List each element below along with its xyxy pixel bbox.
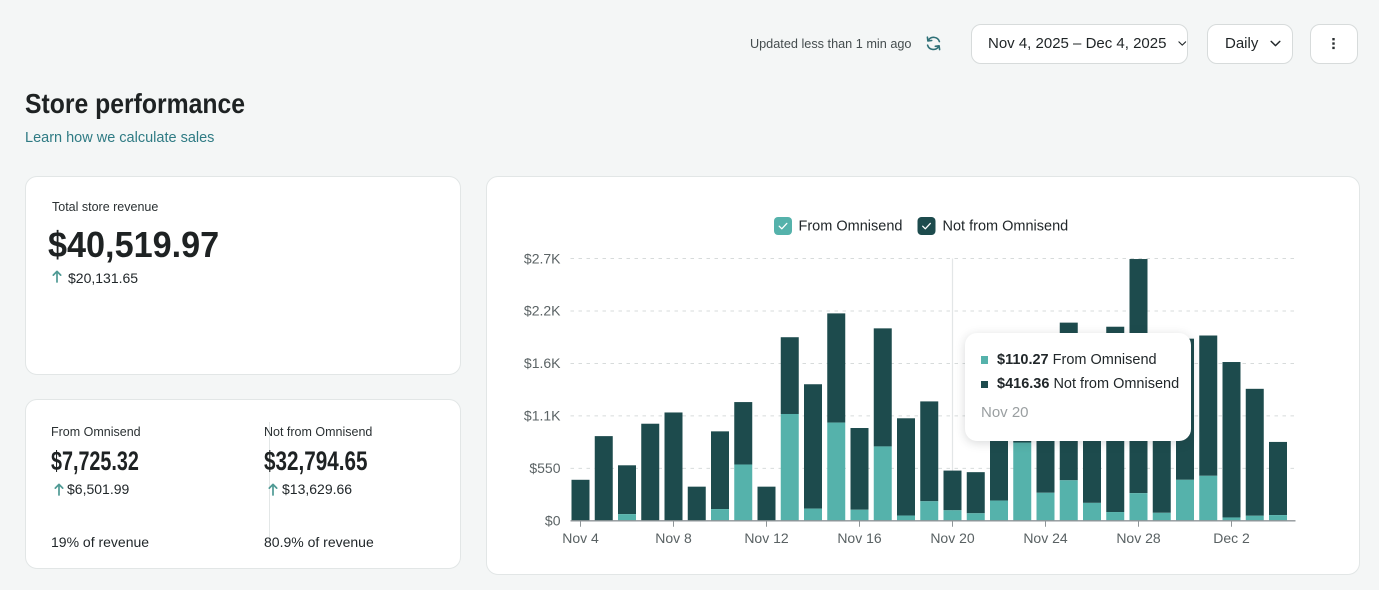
svg-text:Nov 24: Nov 24 <box>1023 530 1068 546</box>
svg-text:$550: $550 <box>529 460 560 476</box>
svg-text:Nov 16: Nov 16 <box>837 530 882 546</box>
svg-text:Nov 8: Nov 8 <box>655 530 692 546</box>
svg-text:$0: $0 <box>544 513 560 529</box>
svg-text:$2.2K: $2.2K <box>523 303 560 319</box>
svg-text:From Omnisend: From Omnisend <box>798 219 902 235</box>
svg-text:Not from Omnisend: Not from Omnisend <box>942 219 1068 235</box>
svg-text:Dec 2: Dec 2 <box>1213 530 1250 546</box>
svg-text:$1.1K: $1.1K <box>523 408 560 424</box>
svg-text:$1.6K: $1.6K <box>523 355 560 371</box>
svg-text:Nov 20: Nov 20 <box>930 530 975 546</box>
svg-text:$2.7K: $2.7K <box>523 250 560 266</box>
svg-text:Nov 4: Nov 4 <box>562 530 599 546</box>
svg-text:Nov 12: Nov 12 <box>744 530 789 546</box>
svg-text:Nov 28: Nov 28 <box>1116 530 1161 546</box>
